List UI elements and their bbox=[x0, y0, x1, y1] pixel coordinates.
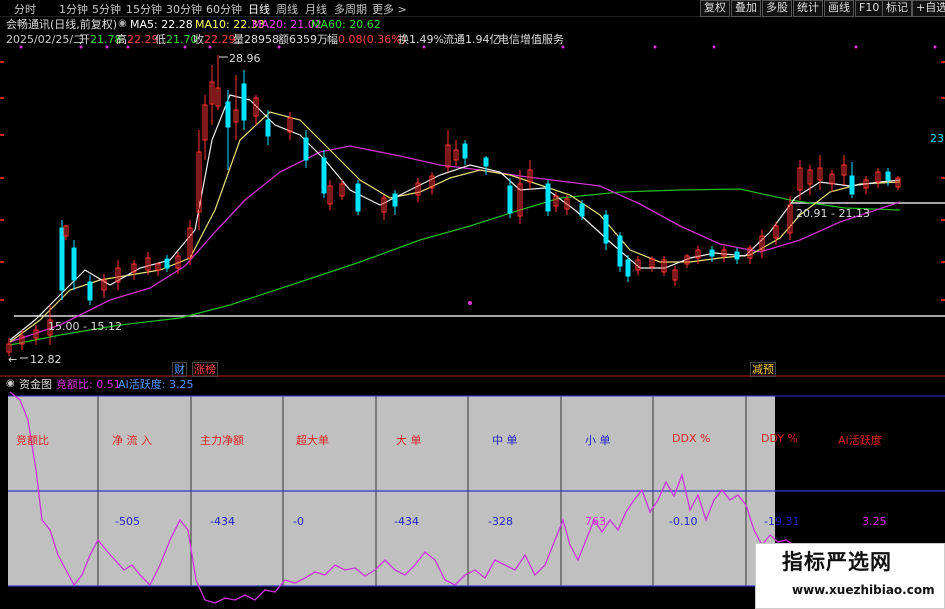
header-ddy: DDY % bbox=[761, 432, 799, 445]
value-medium: -328 bbox=[488, 515, 513, 528]
value-small: 763 bbox=[585, 515, 606, 528]
indicator-param-ai: AI活跃度: 3.25 bbox=[118, 378, 194, 391]
header-xlarge: 超大单 bbox=[296, 434, 329, 447]
badge-profit-warning[interactable]: 减预 bbox=[750, 362, 776, 377]
low-price-label: 12.82 bbox=[30, 353, 62, 366]
price-chart[interactable] bbox=[0, 0, 945, 609]
ma5-line bbox=[9, 94, 901, 341]
right-axis-value: 23 bbox=[930, 132, 944, 145]
right-axis-ticks bbox=[941, 61, 945, 301]
high-price-label: 28.96 bbox=[229, 52, 261, 65]
ma10-line bbox=[9, 111, 901, 343]
header-bid-ratio: 竞额比 bbox=[16, 434, 49, 447]
candles bbox=[6, 55, 901, 356]
badge-limit-up[interactable]: 涨榜 bbox=[192, 362, 218, 377]
indicator-settings-icon[interactable]: ◉ bbox=[6, 378, 15, 389]
value-ai-activity: 3.25 bbox=[862, 515, 887, 528]
watermark-logo: 指标严选网 www.xuezhibiao.com bbox=[755, 543, 945, 609]
header-main-net: 主力净额 bbox=[200, 434, 244, 447]
header-medium: 中 单 bbox=[492, 434, 518, 447]
ma20-line bbox=[9, 145, 901, 343]
indicator-title[interactable]: 资金图 bbox=[19, 378, 52, 391]
value-xlarge: -0 bbox=[293, 515, 304, 528]
signal-dots bbox=[19, 45, 937, 305]
left-axis-ticks bbox=[0, 61, 4, 301]
header-net-inflow: 净 流 入 bbox=[112, 434, 152, 447]
badge-finance[interactable]: 财 bbox=[172, 362, 187, 377]
value-large: -434 bbox=[394, 515, 419, 528]
header-large: 大 单 bbox=[396, 434, 422, 447]
range-left-label: 15.00 - 15.12 bbox=[48, 320, 122, 333]
low-arrow-icon: ← bbox=[8, 353, 18, 366]
watermark-url: www.xuezhibiao.com bbox=[792, 583, 935, 597]
value-ddx: -0.10 bbox=[669, 515, 698, 528]
header-ai-activity: AI活跃度 bbox=[838, 434, 882, 447]
header-small: 小 单 bbox=[585, 434, 611, 447]
range-right-label: 20.91 - 21.13 bbox=[796, 207, 870, 220]
value-net-inflow: -505 bbox=[115, 515, 140, 528]
header-ddx: DDX % bbox=[672, 432, 711, 445]
value-main-net: -434 bbox=[210, 515, 235, 528]
value-ddy: -19.31 bbox=[764, 515, 800, 528]
indicator-param-ratio: 竞额比: 0.51 bbox=[56, 378, 121, 391]
watermark-title: 指标严选网 bbox=[782, 550, 892, 574]
